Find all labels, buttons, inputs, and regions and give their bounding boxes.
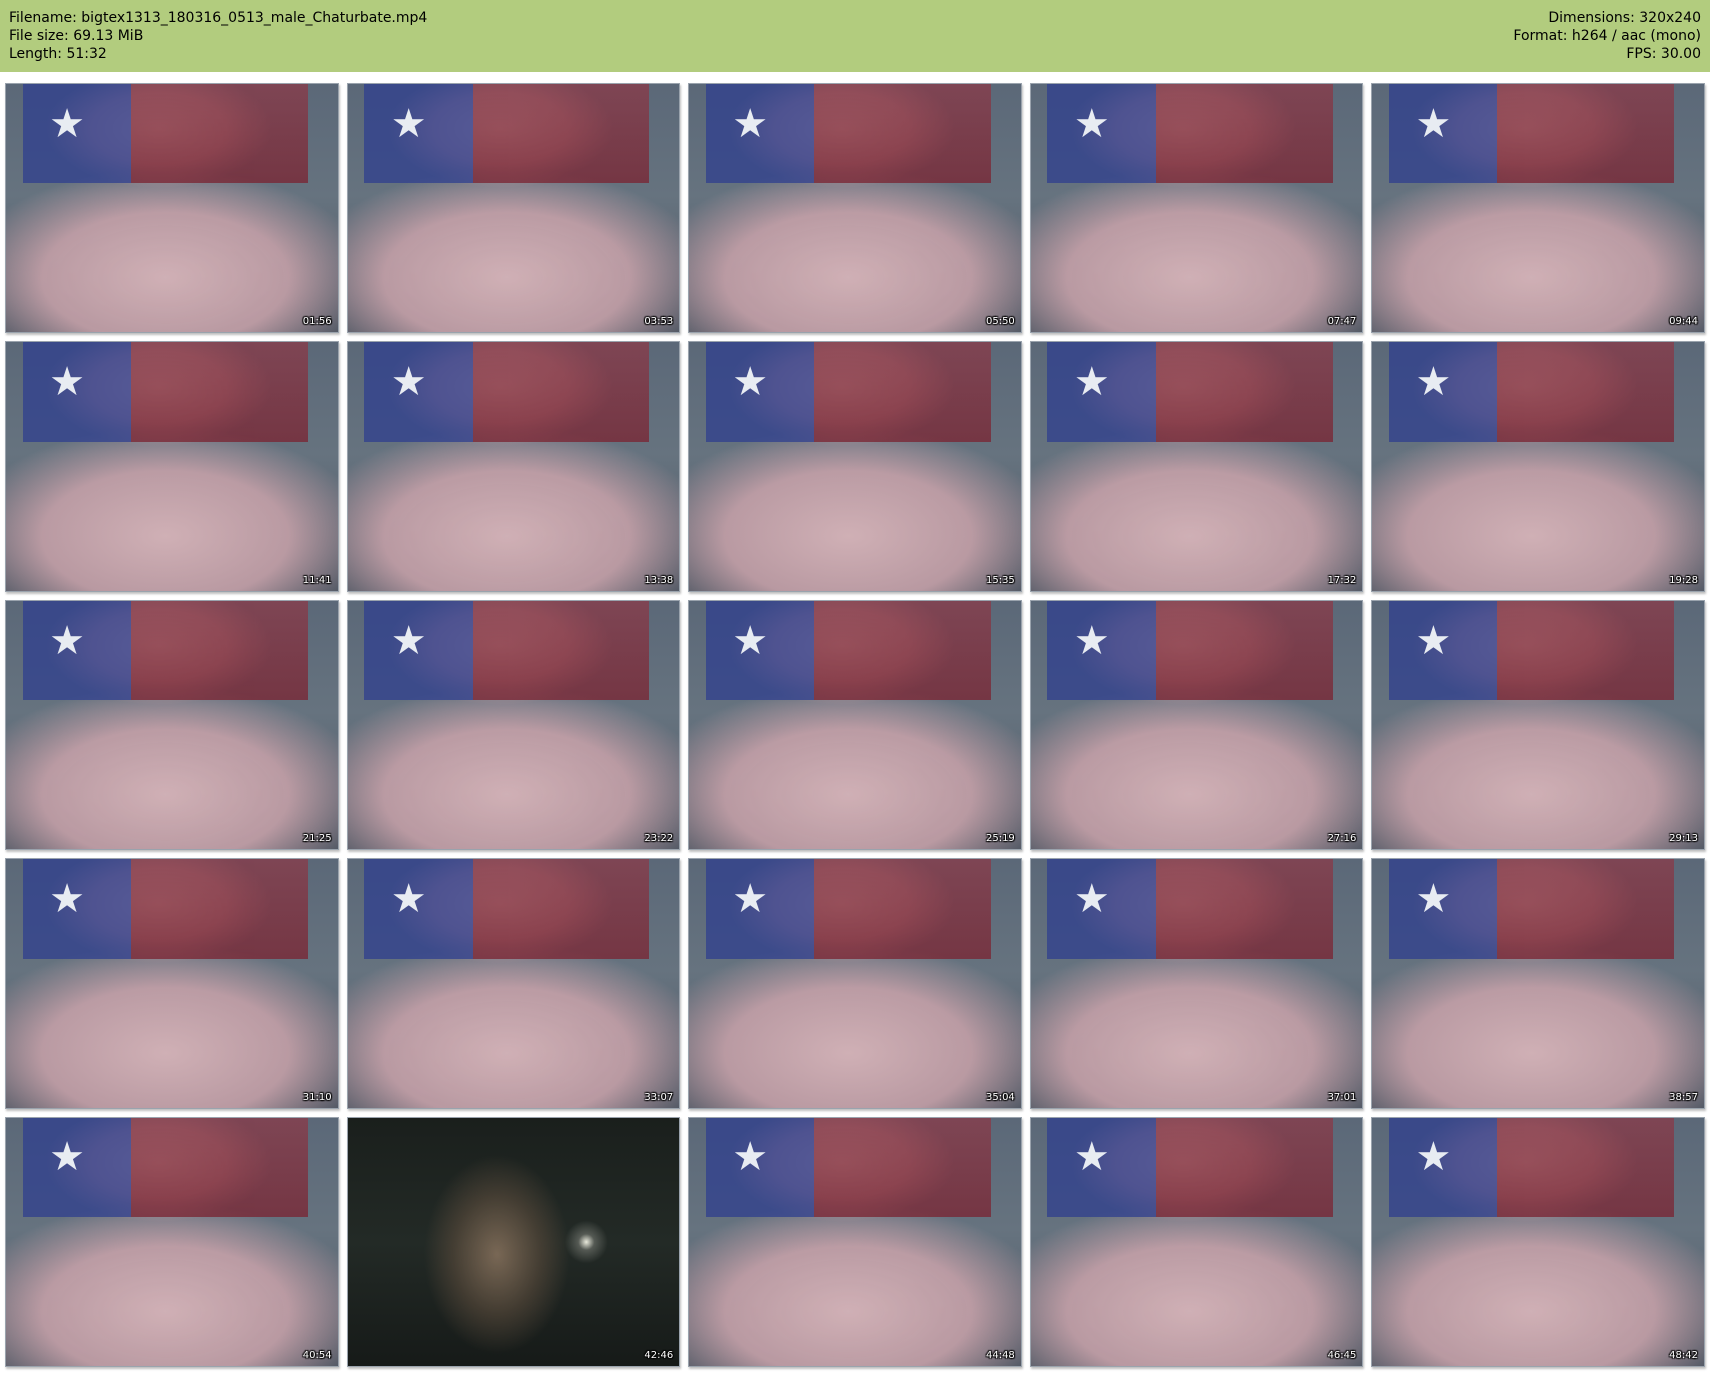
thumbnail-timestamp: 15:35 — [985, 574, 1015, 586]
star-icon: ★ — [49, 617, 85, 664]
video-thumbnail: ★ 25:19 — [688, 599, 1022, 851]
thumbnail-timestamp: 09:44 — [1669, 316, 1698, 328]
video-thumbnail: ★ 33:07 — [346, 858, 681, 1109]
thumbnail-timestamp: 13:38 — [644, 574, 674, 586]
thumbnail-timestamp: 31:10 — [302, 1091, 332, 1103]
thumbnail-timestamp: 46:45 — [1327, 1349, 1357, 1361]
stream-info: Dimensions: 320x240 Format: h264 / aac (… — [1513, 9, 1701, 63]
video-thumbnail: ★ 07:47 — [1029, 83, 1364, 334]
video-thumbnail: ★ 46:45 — [1029, 1116, 1364, 1367]
video-thumbnail: ★ 27:16 — [1029, 599, 1364, 851]
file-size-line: File size: 69.13 MiB — [9, 28, 144, 44]
video-thumbnail: ★ 48:42 — [1371, 1116, 1705, 1367]
fps-line: FPS: 30.00 — [1626, 46, 1701, 62]
filename-line: Filename: bigtex1313_180316_0513_male_Ch… — [9, 10, 428, 26]
star-icon: ★ — [732, 876, 769, 923]
thumbnail-timestamp: 25:19 — [985, 833, 1015, 845]
thumbnail-timestamp: 23:22 — [644, 833, 674, 845]
thumbnail-timestamp: 40:54 — [302, 1349, 332, 1361]
video-thumbnail: ★ 37:01 — [1029, 858, 1364, 1109]
star-icon: ★ — [732, 617, 769, 664]
star-icon: ★ — [1073, 617, 1110, 664]
video-thumbnail: ★ 11:41 — [5, 341, 339, 592]
length-line: Length: 51:32 — [9, 46, 107, 62]
star-icon: ★ — [1073, 876, 1110, 923]
star-icon: ★ — [390, 876, 427, 923]
thumbnail-timestamp: 11:41 — [302, 574, 332, 586]
video-thumbnail: ★ 38:57 — [1371, 858, 1705, 1109]
star-icon: ★ — [390, 359, 427, 406]
video-thumbnail: ★ 01:56 — [5, 83, 339, 334]
thumbnail-timestamp: 44:48 — [985, 1349, 1015, 1361]
file-info: Filename: bigtex1313_180316_0513_male_Ch… — [9, 9, 427, 63]
thumbnail-timestamp: 33:07 — [644, 1091, 674, 1103]
star-icon: ★ — [49, 1134, 85, 1181]
thumbnail-timestamp: 37:01 — [1327, 1091, 1357, 1103]
star-icon: ★ — [1415, 876, 1452, 923]
video-thumbnail: ★ 15:35 — [688, 341, 1022, 592]
thumbnail-timestamp: 07:47 — [1327, 316, 1357, 328]
star-icon: ★ — [390, 100, 427, 147]
thumbnail-timestamp: 48:42 — [1669, 1349, 1698, 1361]
star-icon: ★ — [1415, 100, 1452, 147]
star-icon: ★ — [732, 1134, 769, 1181]
video-thumbnail: ★ 03:53 — [346, 83, 681, 334]
thumbnail-timestamp: 17:32 — [1327, 574, 1357, 586]
thumbnail-timestamp: 03:53 — [644, 316, 674, 328]
info-header: Filename: bigtex1313_180316_0513_male_Ch… — [0, 0, 1710, 72]
star-icon: ★ — [1415, 617, 1452, 664]
star-icon: ★ — [1415, 1134, 1452, 1181]
star-icon: ★ — [390, 617, 427, 664]
star-icon: ★ — [1415, 359, 1452, 406]
video-thumbnail: ★ 17:32 — [1029, 341, 1364, 592]
video-thumbnail: ★ 29:13 — [1371, 599, 1705, 851]
video-thumbnail: ★ 40:54 — [5, 1116, 339, 1367]
star-icon: ★ — [1073, 1134, 1110, 1181]
thumbnail-timestamp: 21:25 — [302, 833, 332, 845]
star-icon: ★ — [1073, 100, 1110, 147]
video-thumbnail: ★ 23:22 — [346, 599, 681, 851]
star-icon: ★ — [49, 359, 85, 406]
thumbnail-timestamp: 42:46 — [644, 1349, 674, 1361]
star-icon: ★ — [49, 100, 85, 147]
thumbnail-grid: ★ 01:56 ★ 03:53 ★ 05:50 ★ 07:47 ★ 09:44 ★ 11:41 ★ 13:… — [0, 76, 1710, 1373]
video-thumbnail: ★ 31:10 — [5, 858, 339, 1109]
video-thumbnail: ★ 09:44 — [1371, 83, 1705, 334]
thumbnail-timestamp: 05:50 — [985, 316, 1015, 328]
video-thumbnail: ★ 21:25 — [5, 599, 339, 851]
thumbnail-timestamp: 19:28 — [1669, 574, 1698, 586]
thumbnail-timestamp: 29:13 — [1669, 833, 1698, 845]
thumbnail-timestamp: 38:57 — [1669, 1091, 1698, 1103]
video-thumbnail: ★42:46 — [346, 1116, 681, 1367]
format-line: Format: h264 / aac (mono) — [1513, 28, 1701, 44]
star-icon: ★ — [732, 359, 769, 406]
star-icon: ★ — [1073, 359, 1110, 406]
video-thumbnail: ★ 35:04 — [688, 858, 1022, 1109]
star-icon: ★ — [49, 876, 85, 923]
thumbnail-timestamp: 01:56 — [302, 316, 332, 328]
video-thumbnail: ★ 13:38 — [346, 341, 681, 592]
star-icon: ★ — [732, 100, 769, 147]
thumbnail-timestamp: 27:16 — [1327, 833, 1357, 845]
thumbnail-timestamp: 35:04 — [985, 1091, 1015, 1103]
video-thumbnail: ★ 05:50 — [688, 83, 1022, 334]
video-thumbnail: ★ 44:48 — [688, 1116, 1022, 1367]
dimensions-line: Dimensions: 320x240 — [1548, 10, 1701, 26]
video-thumbnail: ★ 19:28 — [1371, 341, 1705, 592]
